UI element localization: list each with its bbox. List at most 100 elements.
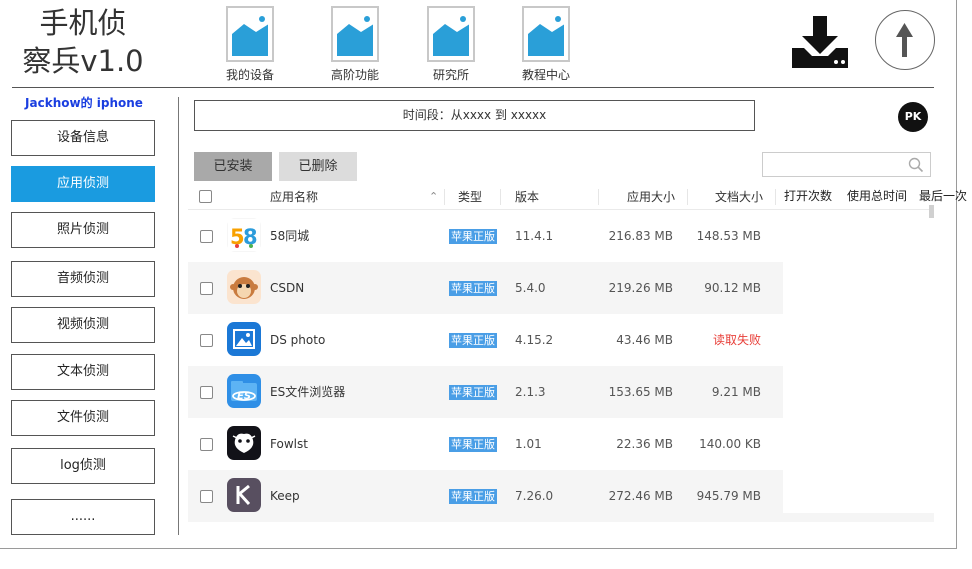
- nav-my-device[interactable]: 我的设备: [215, 6, 285, 83]
- header-separator: [444, 189, 445, 205]
- sidebar-item-log-detect[interactable]: log侦测: [11, 448, 155, 484]
- doc-size-error: 读取失败: [712, 333, 761, 347]
- es-file-icon: ES: [227, 374, 261, 408]
- table-row[interactable]: ES ES文件浏览器 苹果正版 2.1.3 153.65 MB 9.21 MB: [188, 366, 783, 418]
- ds-photo-icon: [227, 322, 261, 356]
- table-row[interactable]: 58 58同城 苹果正版 11.4.1 216.83 MB 148.53 MB: [188, 210, 783, 262]
- 58-icon: 58: [227, 218, 261, 252]
- type-badge: 苹果正版: [449, 366, 497, 418]
- sidebar-item-audio-detect[interactable]: 音频侦测: [11, 261, 155, 297]
- table-row[interactable]: DS photo 苹果正版 4.15.2 43.46 MB 读取失败: [188, 314, 783, 366]
- header-app-size[interactable]: 应用大小: [627, 184, 675, 210]
- header-name[interactable]: 应用名称: [270, 184, 318, 210]
- app-name: DS photo: [270, 333, 326, 347]
- sidebar-item-video-detect[interactable]: 视频侦测: [11, 307, 155, 343]
- image-icon: [427, 6, 475, 62]
- row-checkbox[interactable]: [200, 438, 213, 451]
- sidebar-item-device-info[interactable]: 设备信息: [11, 120, 155, 156]
- app-version: 4.15.2: [515, 333, 554, 347]
- doc-size: 945.79 MB: [696, 489, 761, 503]
- window-border-right: [956, 0, 957, 549]
- nav-label: 我的设备: [225, 68, 274, 82]
- type-badge: 苹果正版: [449, 470, 497, 522]
- search-icon[interactable]: [908, 157, 924, 173]
- header-open-count[interactable]: 打开次数: [784, 187, 832, 204]
- tab-deleted[interactable]: 已删除: [279, 152, 357, 181]
- app-name: Keep: [270, 489, 300, 503]
- header-separator: [687, 189, 688, 205]
- app-title-line2: 察兵v1.0: [22, 44, 144, 78]
- csdn-icon: [227, 270, 261, 304]
- nav-label: 高阶功能: [330, 68, 379, 82]
- sort-chevron-icon[interactable]: ⌃: [429, 184, 438, 210]
- search-box[interactable]: [762, 152, 931, 177]
- type-badge-label: 苹果正版: [449, 229, 497, 244]
- type-badge: 苹果正版: [449, 314, 497, 366]
- app-size: 219.26 MB: [608, 281, 673, 295]
- tab-installed[interactable]: 已安装: [194, 152, 272, 181]
- image-icon: [331, 6, 379, 62]
- app-name: CSDN: [270, 281, 305, 295]
- app-version: 7.26.0: [515, 489, 554, 503]
- table-row[interactable]: Keep 苹果正版 7.26.0 272.46 MB 945.79 MB: [188, 470, 783, 522]
- app-version: 11.4.1: [515, 229, 554, 243]
- type-badge: 苹果正版: [449, 418, 497, 470]
- sidebar-item-text-detect[interactable]: 文本侦测: [11, 354, 155, 390]
- upload-icon[interactable]: [875, 10, 935, 70]
- nav-label: 教程中心: [521, 68, 570, 82]
- fowlst-icon: [227, 426, 261, 460]
- nav-label: 研究所: [432, 68, 469, 82]
- header-version[interactable]: 版本: [515, 184, 539, 210]
- row-checkbox[interactable]: [200, 282, 213, 295]
- app-name: 58同城: [270, 229, 310, 243]
- header-separator: [500, 189, 501, 205]
- time-range-bar[interactable]: 时间段：从xxxx 到 xxxxx: [194, 100, 755, 131]
- sidebar-item-photo-detect[interactable]: 照片侦测: [11, 212, 155, 248]
- table-row[interactable]: CSDN 苹果正版 5.4.0 219.26 MB 90.12 MB: [188, 262, 783, 314]
- header-divider: [12, 87, 934, 88]
- header-last-time[interactable]: 最后一次: [919, 187, 972, 204]
- sidebar-item-app-detect[interactable]: 应用侦测: [11, 166, 155, 202]
- image-icon: [522, 6, 570, 62]
- type-badge-label: 苹果正版: [449, 437, 497, 452]
- type-badge: 苹果正版: [449, 262, 497, 314]
- header-separator: [598, 189, 599, 205]
- type-badge-label: 苹果正版: [449, 385, 497, 400]
- app-size: 22.36 MB: [616, 437, 673, 451]
- header-type[interactable]: 类型: [458, 184, 482, 210]
- header-doc-size[interactable]: 文档大小: [715, 184, 763, 210]
- doc-size: 140.00 KB: [699, 437, 761, 451]
- row-checkbox[interactable]: [200, 490, 213, 503]
- nav-tutorial[interactable]: 教程中心: [511, 6, 581, 83]
- app-version: 5.4.0: [515, 281, 546, 295]
- type-badge-label: 苹果正版: [449, 333, 497, 348]
- doc-size: 9.21 MB: [711, 385, 761, 399]
- app-title: 手机侦 察兵v1.0: [18, 4, 148, 80]
- nav-research[interactable]: 研究所: [416, 6, 486, 83]
- search-input[interactable]: [763, 153, 903, 176]
- select-all-checkbox[interactable]: [199, 190, 212, 203]
- type-badge-label: 苹果正版: [449, 281, 497, 296]
- doc-size: 148.53 MB: [696, 229, 761, 243]
- window-border-bottom: [0, 548, 957, 549]
- header-total-time[interactable]: 使用总时间: [847, 187, 907, 204]
- pk-button[interactable]: PK: [898, 102, 928, 132]
- type-badge: 苹果正版: [449, 210, 497, 262]
- sidebar-item-file-detect[interactable]: 文件侦测: [11, 400, 155, 436]
- scroll-indicator: [929, 205, 934, 218]
- app-size: 43.46 MB: [616, 333, 673, 347]
- app-size: 216.83 MB: [608, 229, 673, 243]
- app-name: Fowlst: [270, 437, 308, 451]
- app-size: 272.46 MB: [608, 489, 673, 503]
- nav-advanced[interactable]: 高阶功能: [320, 6, 390, 83]
- image-icon: [226, 6, 274, 62]
- download-icon[interactable]: [788, 14, 852, 70]
- row-checkbox[interactable]: [200, 230, 213, 243]
- row-extension-strip: [783, 513, 934, 522]
- app-name: ES文件浏览器: [270, 385, 346, 399]
- row-checkbox[interactable]: [200, 334, 213, 347]
- app-title-line1: 手机侦: [39, 6, 127, 40]
- sidebar-item-more[interactable]: ......: [11, 499, 155, 535]
- row-checkbox[interactable]: [200, 386, 213, 399]
- table-row[interactable]: Fowlst 苹果正版 1.01 22.36 MB 140.00 KB: [188, 418, 783, 470]
